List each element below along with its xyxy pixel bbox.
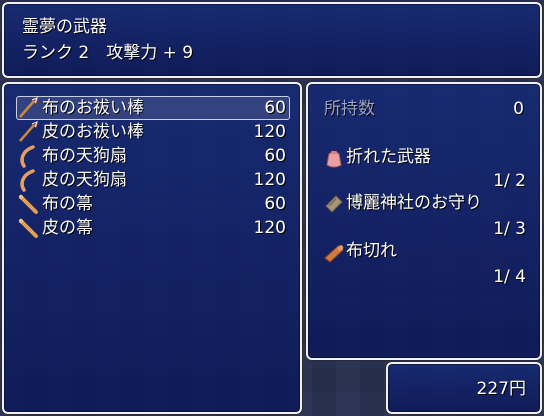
shop-item-list: 布のお祓い棒 60 皮のお祓い棒 120 布の天狗扇 60 皮の天狗扇 120 … <box>2 82 302 414</box>
item-row[interactable]: 布の天狗扇 60 <box>16 144 290 168</box>
material-name: 折れた武器 <box>346 147 431 167</box>
broom-icon <box>16 216 40 240</box>
help-window: 霊夢の武器 ランク 2 攻撃力 + 9 <box>2 2 542 78</box>
possession-label: 所持数 <box>324 99 375 119</box>
possession-value: 0 <box>513 99 524 119</box>
item-row[interactable]: 布の箒 60 <box>16 192 290 216</box>
item-price: 60 <box>264 98 286 118</box>
item-name: 皮の天狗扇 <box>42 170 127 190</box>
help-stats: ランク 2 攻撃力 + 9 <box>22 43 194 63</box>
tengu-fan-icon <box>16 168 40 192</box>
item-row[interactable]: 布のお祓い棒 60 <box>16 96 290 120</box>
item-row[interactable]: 皮のお祓い棒 120 <box>16 120 290 144</box>
material-count: 1/ 4 <box>493 267 526 287</box>
item-name: 布の箒 <box>42 194 93 214</box>
item-price: 120 <box>253 122 286 142</box>
item-row[interactable]: 皮の箒 120 <box>16 216 290 240</box>
gohei-wand-icon <box>16 96 40 120</box>
item-price: 120 <box>253 170 286 190</box>
gold-window: 227円 <box>386 362 542 414</box>
item-status-window: 所持数 0 折れた武器 1/ 2 博麗神社のお守り 1/ 3 布切れ 1/ 4 <box>306 82 542 360</box>
item-price: 60 <box>264 194 286 214</box>
gold-display: 227円 <box>477 378 526 400</box>
tengu-fan-icon <box>16 144 40 168</box>
scroll-icon <box>322 192 346 216</box>
material-name: 布切れ <box>346 241 397 261</box>
item-name: 布のお祓い棒 <box>42 98 144 118</box>
material-name: 博麗神社のお守り <box>346 193 482 213</box>
broom-icon <box>16 192 40 216</box>
item-name: 皮のお祓い棒 <box>42 122 144 142</box>
pouch-icon <box>322 146 346 170</box>
material-count: 1/ 3 <box>493 219 526 239</box>
gohei-wand-icon <box>16 120 40 144</box>
help-title: 霊夢の武器 <box>22 17 107 37</box>
item-row[interactable]: 皮の天狗扇 120 <box>16 168 290 192</box>
item-name: 布の天狗扇 <box>42 146 127 166</box>
gold-amount: 227 <box>476 379 509 399</box>
gold-unit: 円 <box>509 379 526 399</box>
item-price: 120 <box>253 218 286 238</box>
item-price: 60 <box>264 146 286 166</box>
cloth-icon <box>322 240 346 264</box>
item-name: 皮の箒 <box>42 218 93 238</box>
material-count: 1/ 2 <box>493 171 526 191</box>
